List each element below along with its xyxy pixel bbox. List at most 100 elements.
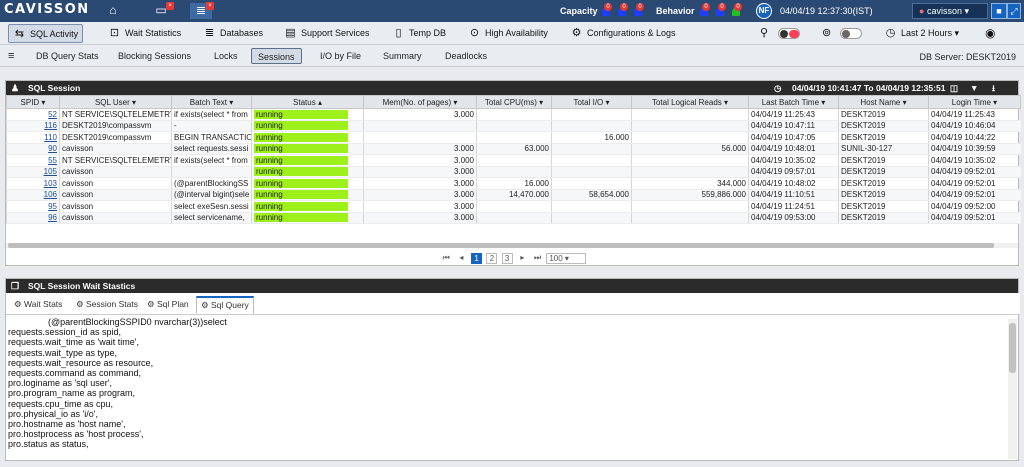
table-row[interactable]: 110 DESKT2019\compassvm BEGIN TRANSACTIO ru… (6, 131, 1021, 144)
page-button[interactable]: 3 (501, 253, 513, 265)
vertical-scrollbar[interactable] (1008, 319, 1017, 459)
cell-status: running (251, 177, 364, 190)
column-header-last-batch-time[interactable]: Last Batch Time ▾ (748, 95, 839, 109)
time-range-selector[interactable]: ◷ Last 2 Hours ▾ (884, 24, 959, 43)
column-header-total-io[interactable]: Total I/O ▾ (551, 95, 632, 109)
menu-square-button[interactable]: ■ (991, 3, 1007, 19)
column-header-mem[interactable]: Mem(No. of pages) ▾ (363, 95, 477, 109)
tab-io-by-file[interactable]: I/O by File (314, 48, 367, 64)
page-size-select[interactable]: 100 ▾ (546, 253, 587, 265)
cell-host-name: DESKT2019 (838, 166, 929, 178)
column-header-login-time[interactable]: Login Time ▾ (928, 95, 1021, 109)
table-row[interactable]: 55 NT SERVICE\SQLTELEMETRY if exists(selec… (6, 154, 1021, 167)
user-avatar[interactable]: NF (756, 3, 772, 19)
column-header-total-cpu[interactable]: Total CPU(ms) ▾ (476, 95, 552, 109)
table-row[interactable]: 96 cavisson select servicename, running 3.00… (6, 212, 1021, 224)
tab-wait-stats[interactable]: ⚙ Wait Stats (10, 297, 66, 315)
table-row[interactable]: 106 cavisson (@interval bigint)sele running… (6, 189, 1021, 201)
cell-sql-user: cavisson (59, 166, 172, 178)
tab-locks[interactable]: Locks (208, 48, 244, 64)
run-icon[interactable]: ⚲ (760, 24, 768, 43)
cell-spid[interactable]: 52 (6, 108, 60, 121)
cell-spid[interactable]: 105 (6, 166, 60, 178)
cell-status: running (251, 200, 364, 213)
cell-login-time: 04/04/19 10:46:04 (928, 120, 1021, 132)
auto-refresh-toggle[interactable] (778, 28, 800, 39)
monitor-icon[interactable]: ▭ × (150, 2, 174, 19)
column-header-host-name[interactable]: Host Name ▾ (838, 95, 929, 109)
cell-status: running (251, 120, 364, 132)
filter-icon[interactable]: ▼ (970, 81, 978, 95)
column-header-batch-text[interactable]: Batch Text ▾ (171, 95, 252, 109)
table-row[interactable]: 90 cavisson select requests.sessi running 3.… (6, 143, 1021, 155)
behavior-critical-bell-icon[interactable]: 0 (699, 3, 710, 17)
search-icon[interactable]: ⊚ (822, 24, 831, 43)
table-row[interactable]: 103 cavisson (@parentBlockingSS running 3.00… (6, 177, 1021, 190)
cell-total-cpu (476, 200, 552, 213)
cell-spid[interactable]: 106 (6, 189, 60, 201)
tab-sql-query[interactable]: ⚙ Sql Query (196, 296, 254, 314)
tab-session-stats[interactable]: ⚙ Session Stats (72, 297, 142, 315)
cell-login-time: 04/04/19 09:52:01 (928, 177, 1021, 190)
tab-sessions[interactable]: Sessions (251, 48, 302, 64)
wait-statistics-button[interactable]: ⊡ Wait Statistics (108, 24, 181, 43)
user-menu-button[interactable]: ● cavisson ▾ (912, 3, 988, 19)
table-header-row: SPID ▾ SQL User ▾ Batch Text ▾ Status ▴ … (6, 95, 1021, 109)
high-availability-button[interactable]: ⊙ High Availability (468, 24, 548, 43)
cell-last-batch-time: 04/04/19 09:57:01 (748, 166, 839, 178)
tab-summary[interactable]: Summary (377, 48, 428, 64)
cell-spid[interactable]: 110 (6, 131, 60, 144)
page-button[interactable]: 1 (471, 253, 483, 265)
compare-toggle[interactable] (840, 28, 862, 39)
columns-icon[interactable]: ◫ (950, 81, 958, 95)
hamburger-menu-icon[interactable]: ≡ (2, 48, 20, 64)
tab-blocking-sessions[interactable]: Blocking Sessions (112, 48, 197, 64)
cell-login-time: 04/04/19 09:52:01 (928, 212, 1021, 224)
database-close-badge[interactable]: × (206, 2, 214, 10)
cell-spid[interactable]: 103 (6, 177, 60, 190)
table-row[interactable]: 116 DESKT2019\compassvm - running 04/04/19 1… (6, 120, 1021, 132)
play-icon[interactable]: ◉ (985, 24, 995, 43)
table-row[interactable]: 105 cavisson running 3.000 04/04/19 09:57:01… (6, 166, 1021, 178)
column-header-spid[interactable]: SPID ▾ (6, 95, 60, 109)
last-page-button[interactable]: ⏭ (532, 253, 543, 264)
sub-navigation: ≡ DB Query Stats Blocking Sessions Locks… (0, 45, 1024, 67)
capacity-critical-bell-icon[interactable]: 0 (601, 3, 612, 17)
capacity-minor-bell-icon[interactable]: 0 (633, 3, 644, 17)
column-header-sql-user[interactable]: SQL User ▾ (59, 95, 172, 109)
column-header-status[interactable]: Status ▴ (251, 95, 364, 109)
cell-spid[interactable]: 116 (6, 120, 60, 132)
fullscreen-button[interactable]: ⤢ (1007, 3, 1021, 19)
home-icon[interactable]: ⌂ (102, 3, 124, 19)
prev-page-button[interactable]: ◂ (456, 253, 467, 264)
cell-spid[interactable]: 96 (6, 212, 60, 224)
tab-db-query-stats[interactable]: DB Query Stats (30, 48, 105, 64)
monitor-close-badge[interactable]: × (166, 2, 174, 10)
column-header-total-logical-reads[interactable]: Total Logical Reads ▾ (631, 95, 749, 109)
page-button[interactable]: 2 (486, 253, 498, 265)
behavior-minor-bell-icon[interactable]: 0 (731, 3, 742, 17)
capacity-major-bell-icon[interactable]: 0 (617, 3, 628, 17)
support-icon: ▤ (285, 27, 296, 39)
cell-total-logical-reads (631, 212, 749, 224)
cell-sql-user: cavisson (59, 143, 172, 155)
tab-sql-plan[interactable]: ⚙ Sql Plan (143, 297, 193, 315)
database-icon[interactable]: ≣ × (190, 2, 214, 19)
cell-spid[interactable]: 95 (6, 200, 60, 213)
cell-spid[interactable]: 55 (6, 154, 60, 167)
download-icon[interactable]: ⭳ (992, 81, 995, 95)
table-row[interactable]: 52 NT SERVICE\SQLTELEMETRY if exists(selec… (6, 108, 1021, 121)
table-row[interactable]: 95 cavisson select exeSesn.sessi running 3.0… (6, 200, 1021, 213)
tab-deadlocks[interactable]: Deadlocks (439, 48, 493, 64)
sql-activity-button[interactable]: ⇆ SQL Activity (8, 24, 84, 43)
cell-spid[interactable]: 90 (6, 143, 60, 155)
first-page-button[interactable]: ⏮ (441, 253, 452, 264)
cell-last-batch-time: 04/04/19 10:47:11 (748, 120, 839, 132)
behavior-major-bell-icon[interactable]: 0 (715, 3, 726, 17)
next-page-button[interactable]: ▸ (517, 253, 528, 264)
support-services-button[interactable]: ▤ Support Services (284, 24, 369, 43)
temp-db-button[interactable]: ▯ Temp DB (392, 24, 446, 43)
horizontal-scrollbar[interactable] (6, 243, 1018, 248)
databases-button[interactable]: ≣ Databases (203, 24, 263, 43)
configurations-logs-button[interactable]: ⚙ Configurations & Logs (570, 24, 676, 43)
